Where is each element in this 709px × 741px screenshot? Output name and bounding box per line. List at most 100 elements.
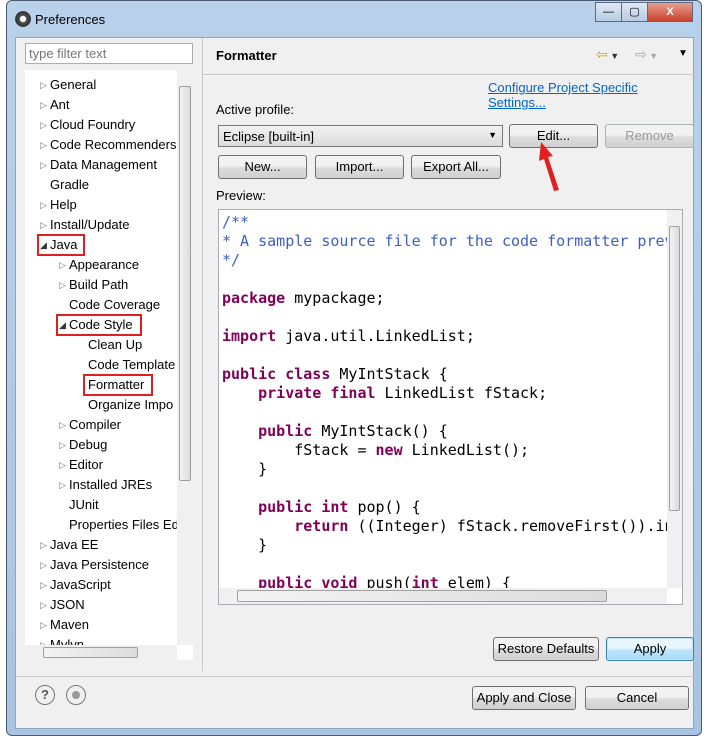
tree-item[interactable]: ▷ Maven bbox=[25, 615, 185, 635]
tree-item-label: Help bbox=[50, 197, 77, 212]
tree-vertical-scrollbar[interactable] bbox=[177, 70, 193, 645]
code-line: * A sample source file for the code form… bbox=[222, 232, 683, 251]
expand-arrow-icon[interactable]: ▷ bbox=[40, 615, 47, 635]
tree-item[interactable]: JUnit bbox=[25, 495, 185, 515]
code-comment: * A sample source file for the code form… bbox=[222, 232, 683, 250]
tree-item[interactable]: ▷ Ant bbox=[25, 95, 185, 115]
export-all-button[interactable]: Export All... bbox=[411, 155, 501, 179]
expand-arrow-icon[interactable]: ▷ bbox=[40, 75, 47, 95]
code-line: /** bbox=[222, 213, 249, 232]
view-menu-icon[interactable]: ▼ bbox=[678, 48, 688, 59]
expand-arrow-icon[interactable]: ▷ bbox=[59, 435, 66, 455]
expand-arrow-icon[interactable]: ▷ bbox=[59, 415, 66, 435]
close-button[interactable]: X bbox=[647, 2, 693, 22]
tree-item[interactable]: ▷ Compiler bbox=[25, 415, 185, 435]
apply-and-close-button[interactable]: Apply and Close bbox=[472, 686, 576, 710]
sash-divider[interactable] bbox=[202, 38, 203, 671]
tree-item[interactable]: ▷ Install/Update bbox=[25, 215, 185, 235]
preview-horizontal-scrollbar[interactable] bbox=[219, 588, 667, 604]
tree-item[interactable]: ▷ Java Persistence bbox=[25, 555, 185, 575]
tree-item-label: Organize Impo bbox=[88, 397, 174, 412]
preview-hscroll-thumb[interactable] bbox=[237, 590, 607, 602]
tree-item[interactable]: ▷ General bbox=[25, 75, 185, 95]
tree-item-label: Java EE bbox=[50, 537, 99, 552]
tree-item[interactable]: ▷ Installed JREs bbox=[25, 475, 185, 495]
expand-arrow-icon[interactable]: ▷ bbox=[40, 135, 47, 155]
title-bar: Preferences — ▢ X bbox=[7, 1, 701, 37]
tree-horizontal-scrollbar[interactable] bbox=[25, 645, 177, 660]
tree-item[interactable]: ▷ Debug bbox=[25, 435, 185, 455]
minimize-button[interactable]: — bbox=[595, 2, 622, 22]
tree-item[interactable]: Properties Files Ed bbox=[25, 515, 185, 535]
expand-arrow-icon[interactable]: ▷ bbox=[40, 95, 47, 115]
code-text: MyIntStack { bbox=[330, 365, 448, 383]
tree-item[interactable]: ▷ Data Management bbox=[25, 155, 185, 175]
preview-label: Preview: bbox=[216, 188, 266, 203]
import-button[interactable]: Import... bbox=[315, 155, 404, 179]
expand-arrow-icon[interactable]: ▷ bbox=[40, 195, 47, 215]
expand-arrow-icon[interactable]: ▷ bbox=[59, 275, 66, 295]
tree-item[interactable]: ▷ Editor bbox=[25, 455, 185, 475]
preview-scroll-thumb[interactable] bbox=[669, 226, 680, 511]
tree-hscroll-thumb[interactable] bbox=[43, 647, 138, 658]
expand-arrow-icon[interactable]: ▷ bbox=[40, 575, 47, 595]
expand-arrow-icon[interactable]: ▷ bbox=[40, 115, 47, 135]
preview-code-area[interactable]: /** * A sample source file for the code f… bbox=[218, 209, 683, 605]
tree-item[interactable]: ▷ JSON bbox=[25, 595, 185, 615]
window-title: Preferences bbox=[35, 12, 106, 27]
tree-item[interactable]: Code Template bbox=[25, 355, 185, 375]
expand-arrow-icon[interactable]: ▷ bbox=[40, 595, 47, 615]
profile-select[interactable]: Eclipse [built-in] ▼ bbox=[218, 125, 503, 147]
forward-icon[interactable]: ⇨ ▼ bbox=[635, 46, 658, 63]
tree-item[interactable]: Gradle bbox=[25, 175, 185, 195]
expand-arrow-icon[interactable]: ▷ bbox=[59, 255, 66, 275]
maximize-button[interactable]: ▢ bbox=[621, 2, 648, 22]
tree-item-label: Installed JREs bbox=[69, 477, 153, 492]
preview-vertical-scrollbar[interactable] bbox=[667, 210, 682, 588]
code-keyword: int bbox=[321, 498, 349, 516]
help-icon[interactable]: ? bbox=[35, 685, 55, 705]
active-profile-label: Active profile: bbox=[216, 102, 295, 117]
new-button[interactable]: New... bbox=[218, 155, 307, 179]
code-text: ((Integer) fStack.removeFirst()).int bbox=[348, 517, 683, 535]
filter-input[interactable] bbox=[25, 43, 193, 64]
tree-item[interactable]: ▷ Help bbox=[25, 195, 185, 215]
tree-item[interactable]: ▷ Code Recommenders bbox=[25, 135, 185, 155]
code-keyword: public bbox=[258, 422, 313, 440]
back-icon[interactable]: ⇦ ▼ bbox=[596, 46, 619, 63]
tree-scroll-thumb[interactable] bbox=[179, 86, 191, 481]
code-keyword: new bbox=[375, 441, 403, 459]
code-line: } bbox=[222, 536, 267, 555]
cancel-button[interactable]: Cancel bbox=[585, 686, 689, 710]
tree-item[interactable]: ▷ Java EE bbox=[25, 535, 185, 555]
tree-item[interactable]: Organize Impo bbox=[25, 395, 185, 415]
code-line: return ((Integer) fStack.removeFirst()).… bbox=[222, 517, 683, 536]
expand-arrow-icon[interactable]: ▷ bbox=[59, 475, 66, 495]
apply-button[interactable]: Apply bbox=[606, 637, 694, 661]
tree-item[interactable]: Code Coverage bbox=[25, 295, 185, 315]
record-icon[interactable] bbox=[66, 685, 86, 705]
code-text: LinkedList(); bbox=[402, 441, 530, 459]
code-keyword: import bbox=[222, 327, 277, 345]
tree-item-label: Code Coverage bbox=[69, 297, 161, 312]
code-comment: /** bbox=[222, 213, 250, 231]
expand-arrow-icon[interactable]: ▷ bbox=[59, 455, 66, 475]
configure-project-settings-link[interactable]: Configure Project Specific Settings... bbox=[488, 80, 693, 110]
tree-item[interactable]: Clean Up bbox=[25, 335, 185, 355]
tree-item[interactable]: ▷ Cloud Foundry bbox=[25, 115, 185, 135]
expand-arrow-icon[interactable]: ▷ bbox=[40, 155, 47, 175]
tree-item[interactable]: ▷ Build Path bbox=[25, 275, 185, 295]
tree-item-label: Data Management bbox=[50, 157, 157, 172]
expand-arrow-icon[interactable]: ▷ bbox=[40, 555, 47, 575]
eclipse-icon bbox=[15, 11, 31, 27]
expand-arrow-icon[interactable]: ▷ bbox=[40, 215, 47, 235]
tree-item-label: JavaScript bbox=[50, 577, 111, 592]
tree-item[interactable]: ▷ Appearance bbox=[25, 255, 185, 275]
restore-defaults-button[interactable]: Restore Defaults bbox=[493, 637, 599, 661]
code-keyword: public bbox=[258, 498, 313, 516]
remove-button[interactable]: Remove bbox=[605, 124, 694, 148]
tree-item[interactable]: ▷ JavaScript bbox=[25, 575, 185, 595]
tree-item-label: Appearance bbox=[69, 257, 140, 272]
expand-arrow-icon[interactable]: ▷ bbox=[40, 535, 47, 555]
header-divider bbox=[203, 74, 695, 75]
